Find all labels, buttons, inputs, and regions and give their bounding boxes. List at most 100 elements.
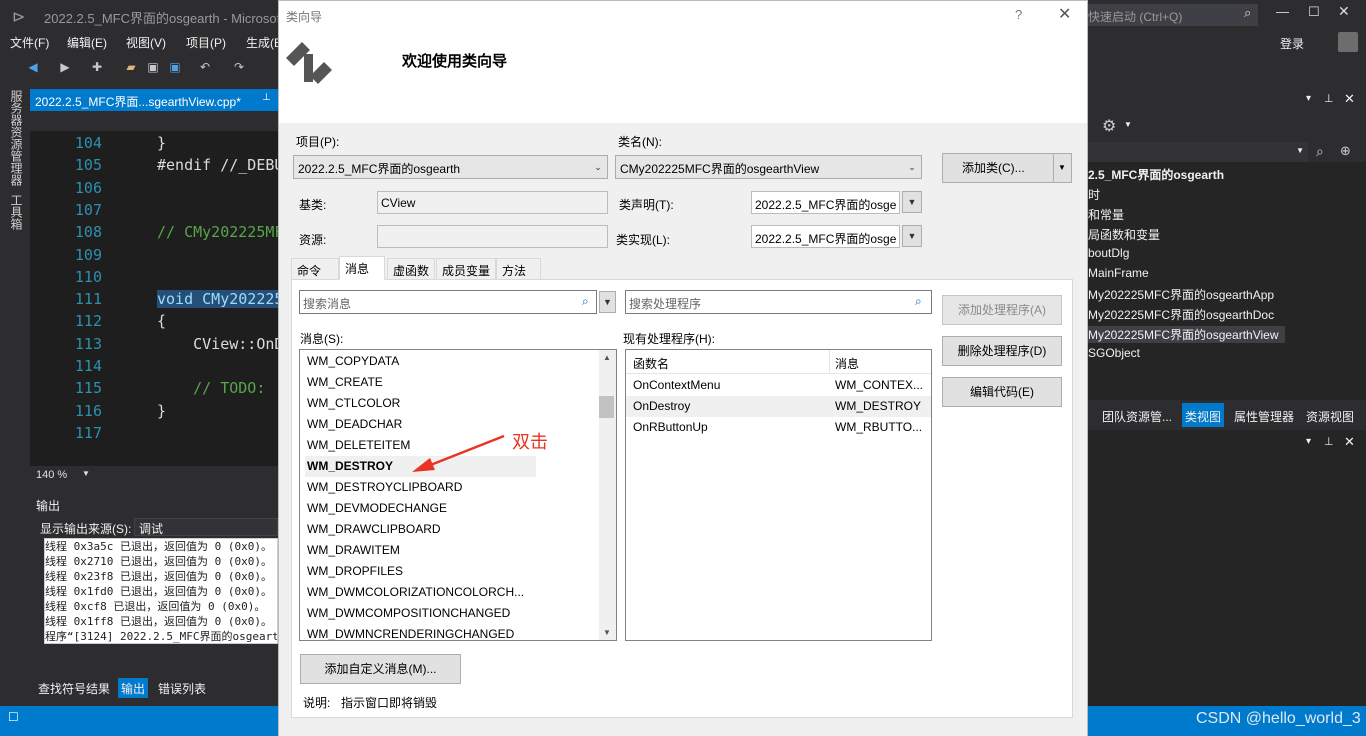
menu-project[interactable]: 项目(P) <box>186 34 226 51</box>
message-item[interactable]: WM_CTLCOLOR <box>307 393 400 414</box>
message-item[interactable]: WM_DRAWITEM <box>307 540 400 561</box>
undo-icon[interactable]: ↶ <box>198 60 212 74</box>
menu-edit[interactable]: 编辑(E) <box>67 34 107 51</box>
pin-icon[interactable]: ⊥ <box>262 92 271 103</box>
class-view-item[interactable]: SGObject <box>1088 346 1140 360</box>
class-implementation-field[interactable]: 2022.2.5_MFC界面的osge <box>751 225 900 248</box>
message-item[interactable]: WM_DEVMODECHANGE <box>307 498 447 519</box>
maximize-icon[interactable]: ☐ <box>1308 4 1320 20</box>
menu-view[interactable]: 视图(V) <box>126 34 166 51</box>
column-function-name[interactable]: 函数名 <box>633 355 669 372</box>
messages-scrollbar[interactable]: ▲ ▼ <box>599 350 616 640</box>
close-icon[interactable]: ✕ <box>1344 91 1355 107</box>
zoom-level[interactable]: 140 % <box>36 469 67 481</box>
help-icon[interactable]: ? <box>1015 7 1022 22</box>
notification-icon[interactable]: ☐ <box>8 710 19 724</box>
close-icon[interactable]: ✕ <box>1058 4 1071 24</box>
window-position-icon[interactable]: ▾ <box>1306 436 1311 447</box>
chevron-down-icon[interactable]: ▼ <box>1058 154 1066 182</box>
tab-class-view[interactable]: 类视图 <box>1182 403 1225 427</box>
tab-member-variables[interactable]: 成员变量 <box>436 258 496 280</box>
message-item[interactable]: WM_DRAWCLIPBOARD <box>307 519 441 540</box>
avatar[interactable] <box>1338 32 1358 52</box>
tab-find-symbol-results[interactable]: 查找符号结果 <box>38 680 110 697</box>
chevron-down-icon[interactable]: ▼ <box>1124 120 1132 129</box>
tab-property-manager[interactable]: 属性管理器 <box>1234 408 1294 425</box>
search-handlers-input[interactable]: 搜索处理程序 ⌕ <box>625 290 932 314</box>
tab-virtual-functions[interactable]: 虚函数 <box>387 258 435 280</box>
class-view-item[interactable]: My202225MFC界面的osgearthApp <box>1088 286 1274 303</box>
settings-gear-icon[interactable]: ⚙ <box>1102 116 1116 136</box>
search-icon[interactable]: ⌕ <box>1244 5 1251 21</box>
handler-row[interactable]: OnDestroy WM_DESTROY <box>626 396 931 417</box>
messages-list[interactable]: ▲ ▼ WM_COPYDATA WM_CREATE WM_CTLCOLOR WM_DE… <box>299 349 617 641</box>
pin-icon[interactable]: ⊥ <box>1324 435 1334 448</box>
search-messages-input[interactable]: 搜索消息 ⌕ <box>299 290 597 314</box>
toolbox-tab[interactable]: 工具箱 <box>8 194 25 230</box>
scroll-down-icon[interactable]: ▼ <box>603 628 611 637</box>
search-icon[interactable]: ⌕ <box>1316 143 1324 160</box>
chevron-down-icon[interactable]: ▼ <box>82 469 90 478</box>
window-position-icon[interactable]: ▾ <box>1306 93 1311 104</box>
delete-handler-button[interactable]: 删除处理程序(D) <box>942 336 1062 366</box>
class-view-item[interactable]: 2.5_MFC界面的osgearth <box>1088 166 1224 183</box>
class-view-item[interactable]: boutDlg <box>1088 246 1129 260</box>
tab-resource-view[interactable]: 资源视图 <box>1306 408 1354 425</box>
login-link[interactable]: 登录 <box>1280 35 1304 52</box>
tab-methods[interactable]: 方法 <box>496 258 541 280</box>
close-icon[interactable]: ✕ <box>1344 434 1355 450</box>
handler-row[interactable]: OnContextMenu WM_CONTEX... <box>626 375 931 396</box>
message-item[interactable]: WM_CREATE <box>307 372 383 393</box>
chevron-down-icon[interactable]: ▼ <box>1296 146 1304 155</box>
class-declaration-field[interactable]: 2022.2.5_MFC界面的osge <box>751 191 900 214</box>
scroll-thumb[interactable] <box>599 396 614 418</box>
redo-icon[interactable]: ↷ <box>232 60 246 74</box>
handlers-list[interactable]: 函数名 消息 OnContextMenu WM_CONTEX... OnDestro… <box>625 349 932 641</box>
new-project-icon[interactable]: ✚ <box>90 60 104 74</box>
message-item[interactable]: WM_DWMNCRENDERINGCHANGED <box>307 624 514 640</box>
tab-error-list[interactable]: 错误列表 <box>158 680 206 697</box>
class-view-item[interactable]: My202225MFC界面的osgearthDoc <box>1088 306 1274 323</box>
forward-icon[interactable]: ▶ <box>58 60 72 74</box>
save-all-icon[interactable]: ▣ <box>168 60 182 74</box>
message-item[interactable]: WM_DWMCOMPOSITIONCHANGED <box>307 603 510 624</box>
message-item[interactable]: WM_DESTROYCLIPBOARD <box>307 477 462 498</box>
refresh-icon[interactable]: ⊕ <box>1340 143 1351 159</box>
minimize-icon[interactable]: — <box>1276 4 1289 19</box>
output-source-select[interactable]: 调试 <box>134 518 278 536</box>
add-custom-message-button[interactable]: 添加自定义消息(M)... <box>300 654 461 684</box>
classname-select[interactable]: CMy202225MFC界面的osgearthView ⌄ <box>615 155 922 179</box>
add-class-button[interactable]: 添加类(C)... ▼ <box>942 153 1072 183</box>
column-message[interactable]: 消息 <box>835 355 859 372</box>
document-tab[interactable]: 2022.2.5_MFC界面...sgearthView.cpp* ⊥ <box>30 89 278 111</box>
close-window-icon[interactable]: ✕ <box>1338 3 1350 20</box>
project-select[interactable]: 2022.2.5_MFC界面的osgearth ⌄ <box>293 155 608 179</box>
open-folder-icon[interactable]: ▰ <box>124 60 138 74</box>
class-view-item[interactable]: My202225MFC界面的osgearthView <box>1088 326 1285 343</box>
tab-messages[interactable]: 消息 <box>339 256 385 280</box>
class-view-item[interactable]: 时 <box>1088 186 1100 203</box>
class-view-item[interactable]: 和常量 <box>1088 206 1124 223</box>
server-explorer-tab[interactable]: 服务器资源管理器 <box>8 90 25 186</box>
message-item[interactable]: WM_DEADCHAR <box>307 414 402 435</box>
chevron-down-icon[interactable]: ▼ <box>902 225 922 247</box>
message-item[interactable]: WM_DELETEITEM <box>307 435 410 456</box>
menu-file[interactable]: 文件(F) <box>10 34 49 51</box>
class-view-search-input[interactable]: ▼ <box>1088 142 1308 162</box>
message-item[interactable]: WM_COPYDATA <box>307 351 399 372</box>
add-handler-button[interactable]: 添加处理程序(A) <box>942 295 1062 325</box>
chevron-down-icon[interactable]: ▼ <box>599 291 616 313</box>
tab-output[interactable]: 输出 <box>118 678 149 698</box>
pin-icon[interactable]: ⊥ <box>1324 92 1334 105</box>
message-item[interactable]: WM_DROPFILES <box>307 561 403 582</box>
handler-row[interactable]: OnRButtonUp WM_RBUTTO... <box>626 417 931 438</box>
edit-code-button[interactable]: 编辑代码(E) <box>942 377 1062 407</box>
save-icon[interactable]: ▣ <box>146 60 160 74</box>
message-item[interactable]: WM_DWMCOLORIZATIONCOLORCH... <box>307 582 524 603</box>
quick-launch-input[interactable]: 快速启动 (Ctrl+Q) <box>1088 4 1258 26</box>
scroll-up-icon[interactable]: ▲ <box>603 353 611 362</box>
chevron-down-icon[interactable]: ▼ <box>902 191 922 213</box>
class-view-item[interactable]: MainFrame <box>1088 266 1149 280</box>
tab-team-explorer[interactable]: 团队资源管... <box>1102 408 1172 425</box>
back-icon[interactable]: ◀ <box>26 60 40 74</box>
